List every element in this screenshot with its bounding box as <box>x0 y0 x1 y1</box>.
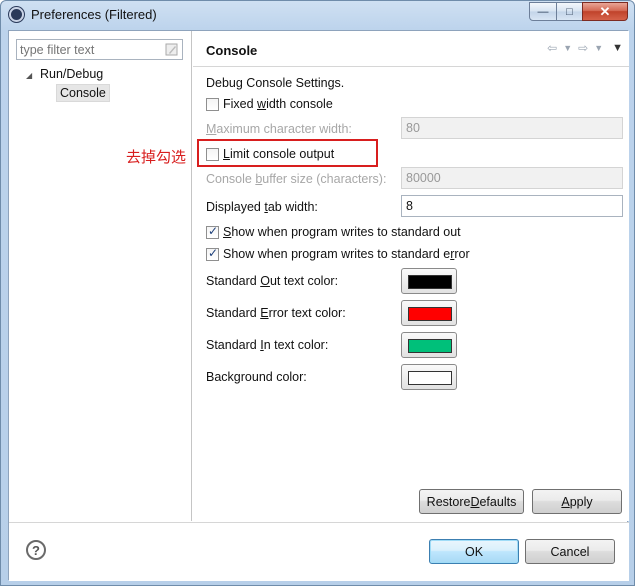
stdout-color-button[interactable] <box>401 268 457 294</box>
fixed-width-checkbox[interactable] <box>206 98 219 111</box>
tree-item-console[interactable]: Console <box>56 84 110 102</box>
section-heading: Debug Console Settings. <box>206 76 345 90</box>
restore-defaults-button[interactable]: Restore Defaults <box>419 489 524 514</box>
filter-input[interactable] <box>17 40 157 59</box>
close-button[interactable]: ✕ <box>582 2 628 21</box>
console-preference-page: Console ⇦ ▼ ⇨ ▼ ▼ Debug Console Settings… <box>193 31 629 521</box>
fixed-width-label[interactable]: Fixed width console <box>223 97 333 111</box>
background-color-label: Background color: <box>206 370 307 384</box>
buffer-size-field[interactable]: 80000 <box>401 167 623 189</box>
title-bar[interactable]: Preferences (Filtered) — □ ✕ <box>1 1 634 29</box>
back-dropdown-icon[interactable]: ▼ <box>563 43 572 53</box>
stderr-color-button[interactable] <box>401 300 457 326</box>
stdin-color-button[interactable] <box>401 332 457 358</box>
clear-filter-icon[interactable] <box>165 43 178 56</box>
preference-tree-pane: ◢ Run/Debug Console <box>9 31 192 521</box>
tree-item-label: Console <box>56 84 110 102</box>
minimize-button[interactable]: — <box>529 2 557 21</box>
background-color-button[interactable] <box>401 364 457 390</box>
buffer-size-label: Console buffer size (characters): <box>206 172 387 186</box>
minimize-icon: — <box>537 5 549 18</box>
color-swatch <box>408 307 452 321</box>
tab-width-label: Displayed tab width: <box>206 200 318 214</box>
forward-arrow-icon[interactable]: ⇨ <box>578 41 588 55</box>
help-icon[interactable]: ? <box>26 540 46 560</box>
page-header: Console ⇦ ▼ ⇨ ▼ ▼ <box>193 31 629 67</box>
expand-arrow-icon[interactable]: ◢ <box>26 71 32 80</box>
cancel-button[interactable]: Cancel <box>525 539 615 564</box>
page-title: Console <box>206 43 258 58</box>
ok-button[interactable]: OK <box>429 539 519 564</box>
history-nav: ⇦ ▼ ⇨ ▼ ▼ <box>541 41 623 55</box>
tab-width-field[interactable]: 8 <box>401 195 623 217</box>
back-arrow-icon[interactable]: ⇦ <box>547 41 557 55</box>
show-on-stderr-label[interactable]: Show when program writes to standard err… <box>223 247 470 261</box>
view-menu-icon[interactable]: ▼ <box>612 42 623 54</box>
color-swatch <box>408 275 452 289</box>
show-on-stdout-checkbox[interactable] <box>206 224 219 239</box>
eclipse-app-icon <box>9 7 24 22</box>
show-on-stderr-checkbox[interactable] <box>206 246 219 261</box>
window-controls: — □ ✕ <box>529 2 628 21</box>
maximize-icon: □ <box>566 5 573 18</box>
tree-item-run-debug[interactable]: Run/Debug <box>40 67 103 81</box>
annotation-highlight-box <box>197 139 378 167</box>
stdin-color-label: Standard In text color: <box>206 338 329 352</box>
apply-button[interactable]: Apply <box>532 489 622 514</box>
filter-field[interactable] <box>16 39 183 60</box>
maximize-button[interactable]: □ <box>556 2 583 21</box>
window-title: Preferences (Filtered) <box>31 7 157 22</box>
color-swatch <box>408 339 452 353</box>
close-icon: ✕ <box>599 3 611 19</box>
dialog-body: ◢ Run/Debug Console Console ⇦ ▼ ⇨ ▼ ▼ De… <box>8 30 629 581</box>
stderr-color-label: Standard Error text color: <box>206 306 346 320</box>
show-on-stdout-label[interactable]: Show when program writes to standard out <box>223 225 461 239</box>
tree-item-label: Run/Debug <box>40 67 104 81</box>
forward-dropdown-icon[interactable]: ▼ <box>594 43 603 53</box>
max-char-width-label: Maximum character width: <box>206 122 352 136</box>
max-char-width-field[interactable]: 80 <box>401 117 623 139</box>
annotation-text: 去掉勾选 <box>126 148 187 166</box>
stdout-color-label: Standard Out text color: <box>206 274 339 288</box>
color-swatch <box>408 371 452 385</box>
dialog-footer: ? OK Cancel <box>9 522 629 581</box>
preferences-window: Preferences (Filtered) — □ ✕ ◢ Run/Debug… <box>0 0 635 586</box>
